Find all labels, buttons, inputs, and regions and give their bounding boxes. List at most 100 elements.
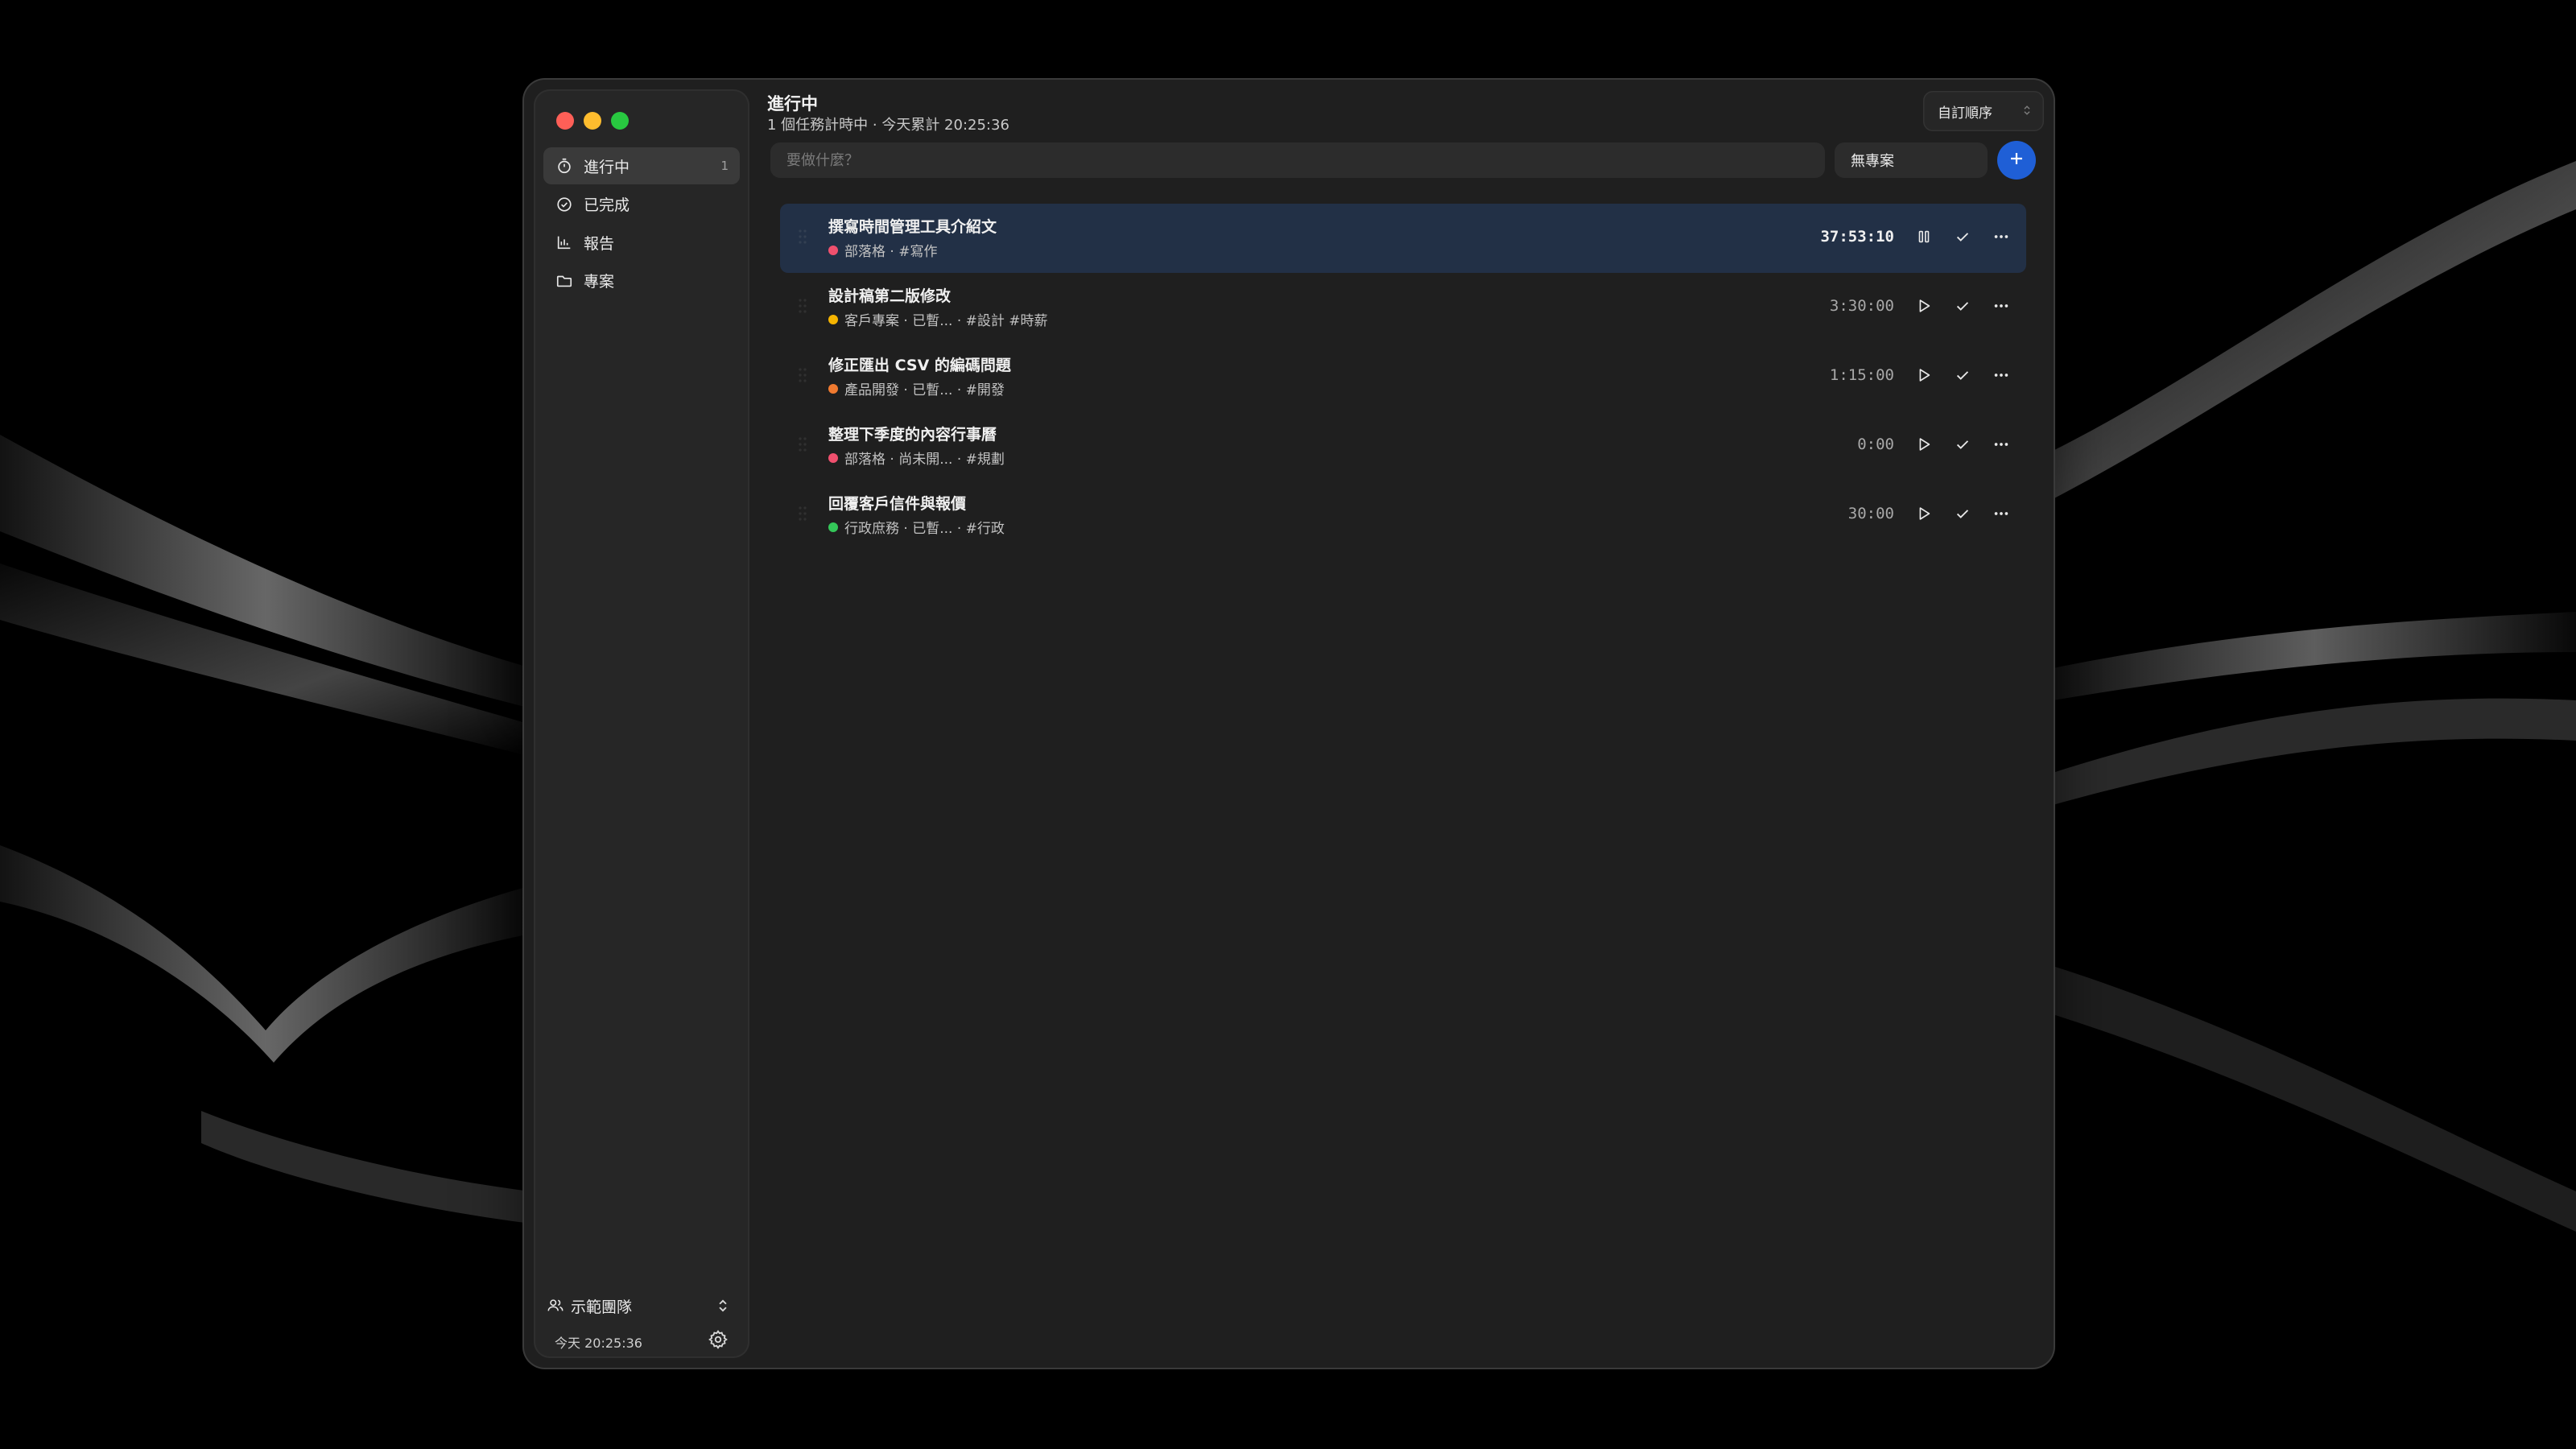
complete-task-button[interactable] [1952, 297, 1973, 318]
users-icon [547, 1296, 566, 1315]
today-total: 今天 20:25:36 [555, 1335, 642, 1351]
task-row[interactable]: 修正匯出 CSV 的編碼問題 產品開發 · 已暫... · #開發 1:15:0… [780, 342, 2026, 411]
page-subtitle: 1 個任務計時中 · 今天累計 20:25:36 [767, 117, 1009, 134]
task-meta: 客戶專案 · 已暫... · #設計 #時薪 [828, 309, 1048, 329]
project-color-dot [828, 314, 838, 324]
project-color-dot [828, 452, 838, 463]
complete-task-button[interactable] [1952, 228, 1973, 249]
complete-task-button[interactable] [1952, 505, 1973, 526]
task-elapsed-time: 30:00 [1847, 505, 1894, 522]
task-meta-text: 部落格 · #寫作 [844, 244, 938, 260]
chevron-up-down-icon [2021, 102, 2033, 122]
sidebar-nav: 進行中 1 已完成 報告 專案 [543, 147, 740, 300]
more-options-button[interactable] [1991, 366, 2012, 387]
check-icon [1954, 297, 1971, 318]
window-controls [556, 112, 629, 130]
play-icon [1915, 366, 1933, 387]
sidebar-item-in-progress[interactable]: 進行中 1 [543, 147, 740, 184]
start-timer-button[interactable] [1913, 297, 1934, 318]
sidebar-item-completed[interactable]: 已完成 [543, 186, 740, 223]
maximize-window-button[interactable] [611, 112, 629, 130]
sidebar: 進行中 1 已完成 報告 專案 示範團隊 今天 20:25:36 [534, 89, 749, 1358]
ellipsis-icon [1992, 505, 2010, 526]
task-elapsed-time: 3:30:00 [1829, 297, 1894, 315]
sidebar-item-label: 進行中 [584, 158, 630, 176]
task-row[interactable]: 整理下季度的內容行事曆 部落格 · 尚未開... · #規劃 0:00 [780, 411, 2026, 481]
project-color-dot [828, 383, 838, 394]
complete-task-button[interactable] [1952, 366, 1973, 387]
drag-handle-icon[interactable] [798, 297, 807, 318]
check-icon [1954, 436, 1971, 456]
more-options-button[interactable] [1991, 297, 2012, 318]
drag-handle-icon[interactable] [798, 505, 807, 526]
sort-order-label: 自訂順序 [1938, 105, 1992, 122]
project-color-dot [828, 522, 838, 532]
task-elapsed-time: 0:00 [1857, 436, 1894, 453]
drag-handle-icon[interactable] [798, 228, 807, 249]
complete-task-button[interactable] [1952, 436, 1973, 456]
settings-gear-icon[interactable] [708, 1329, 729, 1350]
task-meta-text: 部落格 · 尚未開... · #規劃 [844, 452, 1005, 468]
play-icon [1915, 297, 1933, 318]
new-task-input[interactable] [770, 142, 1825, 178]
more-options-button[interactable] [1991, 436, 2012, 456]
check-icon [1954, 505, 1971, 526]
drag-handle-icon[interactable] [798, 436, 807, 456]
more-options-button[interactable] [1991, 228, 2012, 249]
team-switcher[interactable]: 示範團隊 [547, 1292, 737, 1319]
play-icon [1915, 505, 1933, 526]
check-icon [1954, 228, 1971, 249]
more-options-button[interactable] [1991, 505, 2012, 526]
pause-icon [1915, 228, 1933, 249]
sort-order-button[interactable]: 自訂順序 [1923, 91, 2044, 131]
bar-chart-icon [555, 233, 574, 252]
sidebar-item-reports[interactable]: 報告 [543, 224, 740, 261]
task-elapsed-time: 37:53:10 [1820, 228, 1894, 246]
task-title: 回覆客戶信件與報價 [828, 495, 967, 513]
sidebar-item-label: 專案 [584, 273, 615, 291]
sidebar-item-label: 已完成 [584, 196, 630, 214]
project-select[interactable]: 無專案 [1835, 142, 1988, 178]
ellipsis-icon [1992, 228, 2010, 249]
app-window: 進行中 1 已完成 報告 專案 示範團隊 今天 20:25:36 進行中 1 個… [524, 80, 2054, 1368]
task-meta-text: 行政庶務 · 已暫... · #行政 [844, 521, 1005, 537]
drag-handle-icon[interactable] [798, 366, 807, 387]
pause-button[interactable] [1913, 228, 1934, 249]
check-icon [1954, 366, 1971, 387]
sidebar-item-count: 1 [720, 159, 729, 173]
timer-icon [555, 156, 574, 175]
close-window-button[interactable] [556, 112, 574, 130]
ellipsis-icon [1992, 436, 2010, 456]
check-circle-icon [555, 195, 574, 214]
folder-icon [555, 271, 574, 291]
task-row[interactable]: 撰寫時間管理工具介紹文 部落格 · #寫作 37:53:10 [780, 204, 2026, 273]
team-name: 示範團隊 [571, 1298, 633, 1316]
task-title: 設計稿第二版修改 [828, 287, 952, 305]
start-timer-button[interactable] [1913, 505, 1934, 526]
chevron-up-down-icon [716, 1297, 730, 1319]
add-task-button[interactable] [1997, 141, 2036, 180]
task-title: 整理下季度的內容行事曆 [828, 426, 997, 444]
page-title: 進行中 [767, 94, 818, 114]
plus-icon [2007, 149, 2026, 171]
task-title: 撰寫時間管理工具介紹文 [828, 218, 997, 236]
task-row[interactable]: 回覆客戶信件與報價 行政庶務 · 已暫... · #行政 30:00 [780, 481, 2026, 550]
start-timer-button[interactable] [1913, 436, 1934, 456]
ellipsis-icon [1992, 297, 2010, 318]
task-meta: 產品開發 · 已暫... · #開發 [828, 378, 1005, 398]
start-timer-button[interactable] [1913, 366, 1934, 387]
sidebar-item-label: 報告 [584, 234, 615, 253]
task-meta: 部落格 · #寫作 [828, 240, 937, 260]
task-row[interactable]: 設計稿第二版修改 客戶專案 · 已暫... · #設計 #時薪 3:30:00 [780, 273, 2026, 342]
ellipsis-icon [1992, 366, 2010, 387]
task-list: 撰寫時間管理工具介紹文 部落格 · #寫作 37:53:10 設計稿第二版修改 … [780, 204, 2026, 550]
project-select-label: 無專案 [1851, 153, 1894, 170]
minimize-window-button[interactable] [584, 112, 601, 130]
play-icon [1915, 436, 1933, 456]
task-meta-text: 產品開發 · 已暫... · #開發 [844, 382, 1005, 398]
task-meta-text: 客戶專案 · 已暫... · #設計 #時薪 [844, 313, 1048, 329]
task-meta: 部落格 · 尚未開... · #規劃 [828, 448, 1005, 468]
sidebar-item-projects[interactable]: 專案 [543, 262, 740, 299]
task-meta: 行政庶務 · 已暫... · #行政 [828, 517, 1005, 537]
task-title: 修正匯出 CSV 的編碼問題 [828, 357, 1011, 374]
